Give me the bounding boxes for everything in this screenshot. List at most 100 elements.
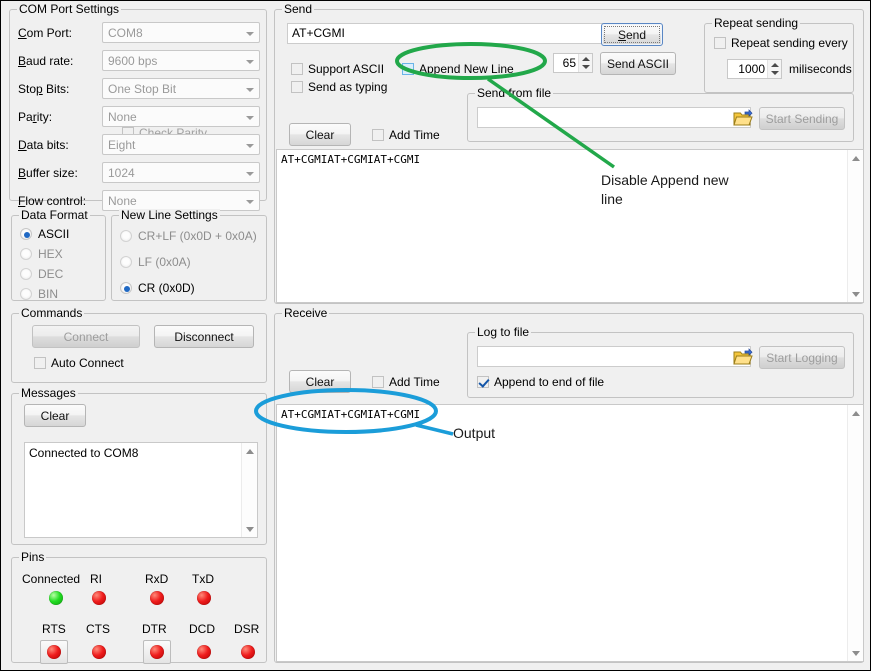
messages-scrollbar[interactable] [241, 443, 257, 537]
repeat-interval-value: 1000 [728, 60, 767, 78]
checkbox-box [402, 63, 414, 75]
radio-label: CR+LF (0x0D + 0x0A) [138, 229, 257, 243]
radio-data-format-bin[interactable]: BIN [20, 287, 58, 301]
connect-button-label: Connect [64, 330, 109, 344]
repeat-sending-label: Repeat sending every [731, 36, 848, 50]
spinner-arrows-icon[interactable] [578, 54, 592, 72]
pin-led-rts [47, 645, 61, 659]
open-folder-icon[interactable] [733, 109, 753, 127]
append-new-line-checkbox[interactable]: Append New Line [402, 62, 514, 76]
parity-value: None [103, 110, 242, 124]
support-ascii-checkbox[interactable]: Support ASCII [291, 62, 384, 76]
append-to-end-checkbox[interactable]: Append to end of file [477, 375, 604, 389]
chevron-down-icon [242, 23, 259, 42]
pin-label-ri: RI [90, 572, 102, 586]
connect-button[interactable]: Connect [32, 325, 140, 348]
scroll-down-icon[interactable] [848, 645, 864, 661]
pin-led-txd [197, 591, 211, 605]
data-format-title: Data Format [19, 209, 90, 221]
messages-title: Messages [19, 387, 78, 399]
new-line-settings-group: New Line Settings CR+LF (0x0D + 0x0A) LF… [111, 215, 267, 301]
send-log-box[interactable]: AT+CGMIAT+CGMIAT+CGMI [276, 149, 864, 303]
radio-data-format-ascii[interactable]: ASCII [20, 227, 69, 241]
label-flow-control: Flow control: [18, 194, 86, 208]
scroll-up-icon[interactable] [848, 150, 864, 166]
send-from-file-title: Send from file [475, 87, 553, 99]
com-port-select[interactable]: COM8 [102, 22, 260, 43]
send-log-text: AT+CGMIAT+CGMIAT+CGMI [281, 153, 845, 167]
baud-rate-value: 9600 bps [103, 54, 242, 68]
start-logging-button[interactable]: Start Logging [759, 346, 845, 369]
log-file-path-input[interactable] [477, 346, 751, 367]
data-bits-select[interactable]: Eight [102, 134, 260, 155]
send-from-file-group: Send from file Start Sending [467, 93, 854, 142]
start-sending-button[interactable]: Start Sending [759, 107, 845, 130]
send-ascii-button[interactable]: Send ASCII [600, 52, 676, 75]
focus-ring [604, 26, 660, 43]
checkbox-box [372, 129, 384, 141]
send-as-typing-checkbox[interactable]: Send as typing [291, 80, 387, 94]
scroll-up-icon[interactable] [242, 443, 258, 459]
auto-connect-label: Auto Connect [51, 356, 124, 370]
checkbox-box [714, 37, 726, 49]
disconnect-button-label: Disconnect [174, 330, 233, 344]
send-command-input[interactable]: AT+CGMI [287, 23, 607, 44]
ascii-code-value: 65 [554, 54, 578, 72]
pin-label-rts: RTS [42, 622, 66, 636]
send-title: Send [282, 3, 314, 15]
messages-log-box[interactable]: Connected to COM8 [24, 442, 258, 538]
append-new-line-label: Append New Line [419, 62, 514, 76]
radio-label: CR (0x0D) [138, 281, 195, 295]
com-port-value: COM8 [103, 26, 242, 40]
open-folder-icon[interactable] [733, 348, 753, 366]
repeat-sending-checkbox[interactable]: Repeat sending every [714, 36, 848, 50]
stop-bits-select[interactable]: One Stop Bit [102, 78, 260, 99]
radio-newline-lf[interactable]: LF (0x0A) [120, 255, 191, 269]
baud-rate-select[interactable]: 9600 bps [102, 50, 260, 71]
log-to-file-title: Log to file [475, 326, 531, 338]
receive-output-box[interactable]: AT+CGMIAT+CGMIAT+CGMI [276, 404, 864, 662]
radio-label: BIN [38, 287, 58, 301]
pin-label-dcd: DCD [189, 622, 215, 636]
pin-label-dtr: DTR [142, 622, 167, 636]
send-file-path-input[interactable] [477, 107, 751, 128]
pin-led-dcd [197, 645, 211, 659]
spinner-arrows-icon[interactable] [767, 60, 781, 78]
send-log-scrollbar[interactable] [847, 150, 863, 302]
receive-clear-button[interactable]: Clear [289, 370, 351, 393]
scroll-down-icon[interactable] [242, 521, 258, 537]
radio-data-format-dec[interactable]: DEC [20, 267, 63, 281]
radio-data-format-hex[interactable]: HEX [20, 247, 63, 261]
send-clear-button[interactable]: Clear [289, 123, 351, 146]
radio-label: HEX [38, 247, 63, 261]
messages-clear-button[interactable]: Clear [24, 404, 86, 427]
label-stop-bits: Stop Bits: [18, 82, 69, 96]
scroll-down-icon[interactable] [848, 286, 864, 302]
pin-label-txd: TxD [192, 572, 214, 586]
radio-dot [120, 230, 132, 242]
receive-clear-label: Clear [306, 375, 335, 389]
commands-title: Commands [19, 307, 84, 319]
repeat-interval-spinner[interactable]: 1000 [727, 59, 782, 79]
scroll-up-icon[interactable] [848, 405, 864, 421]
pin-led-dtr [150, 645, 164, 659]
send-add-time-checkbox[interactable]: Add Time [372, 128, 440, 142]
radio-newline-cr[interactable]: CR (0x0D) [120, 281, 195, 295]
label-parity: Parity: [18, 110, 52, 124]
pin-led-rxd [150, 591, 164, 605]
radio-dot [20, 288, 32, 300]
chevron-down-icon [242, 191, 259, 210]
radio-newline-crlf[interactable]: CR+LF (0x0D + 0x0A) [120, 229, 257, 243]
buffer-size-select[interactable]: 1024 [102, 162, 260, 183]
disconnect-button[interactable]: Disconnect [154, 325, 254, 348]
repeat-sending-group: Repeat sending Repeat sending every 1000… [704, 23, 854, 93]
ascii-code-spinner[interactable]: 65 [553, 53, 593, 73]
auto-connect-checkbox[interactable]: Auto Connect [34, 356, 124, 370]
checkbox-box [477, 376, 489, 388]
parity-select[interactable]: None [102, 106, 260, 127]
send-button[interactable]: Send [601, 23, 663, 46]
send-as-typing-label: Send as typing [308, 80, 387, 94]
receive-scrollbar[interactable] [847, 405, 863, 661]
receive-add-time-checkbox[interactable]: Add Time [372, 375, 440, 389]
label-com-port: Com Port: [18, 26, 72, 40]
